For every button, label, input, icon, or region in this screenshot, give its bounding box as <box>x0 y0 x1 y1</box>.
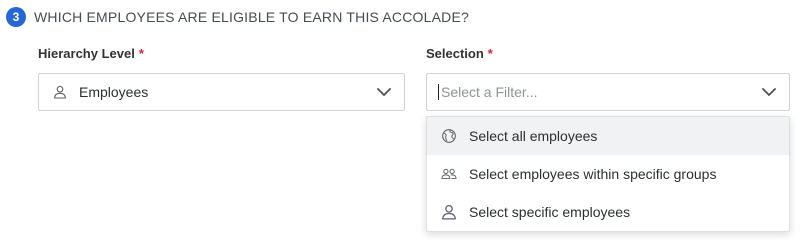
required-asterisk: * <box>487 46 493 61</box>
selection-label-text: Selection <box>426 46 484 61</box>
hierarchy-level-value: Employees <box>79 84 149 100</box>
option-select-all-employees[interactable]: Select all employees <box>427 117 789 155</box>
selection-label: Selection * <box>426 46 493 61</box>
option-label: Select employees within specific groups <box>469 166 717 182</box>
hierarchy-level-select[interactable]: Employees <box>38 73 405 111</box>
globe-icon <box>441 128 457 144</box>
hierarchy-level-label-text: Hierarchy Level <box>38 46 135 61</box>
option-label: Select specific employees <box>469 204 631 220</box>
step-header: 3 WHICH EMPLOYEES ARE ELIGIBLE TO EARN T… <box>6 6 469 28</box>
step-title: WHICH EMPLOYEES ARE ELIGIBLE TO EARN THI… <box>34 9 469 25</box>
chevron-down-icon[interactable] <box>761 86 777 98</box>
selection-filter-input[interactable]: Select a Filter... <box>426 73 790 111</box>
option-select-employees-in-groups[interactable]: Select employees within specific groups <box>427 155 789 193</box>
step-number-badge: 3 <box>6 7 26 27</box>
people-group-icon <box>441 166 457 182</box>
hierarchy-level-label: Hierarchy Level * <box>38 46 144 61</box>
chevron-down-icon <box>377 88 391 96</box>
selection-placeholder: Select a Filter... <box>441 84 538 100</box>
person-icon <box>53 85 67 99</box>
person-icon <box>441 204 457 220</box>
selection-dropdown-menu: Select all employees Select employees wi… <box>426 116 790 232</box>
required-asterisk: * <box>138 46 144 61</box>
text-cursor <box>438 84 439 100</box>
option-select-specific-employees[interactable]: Select specific employees <box>427 193 789 231</box>
option-label: Select all employees <box>469 128 598 144</box>
